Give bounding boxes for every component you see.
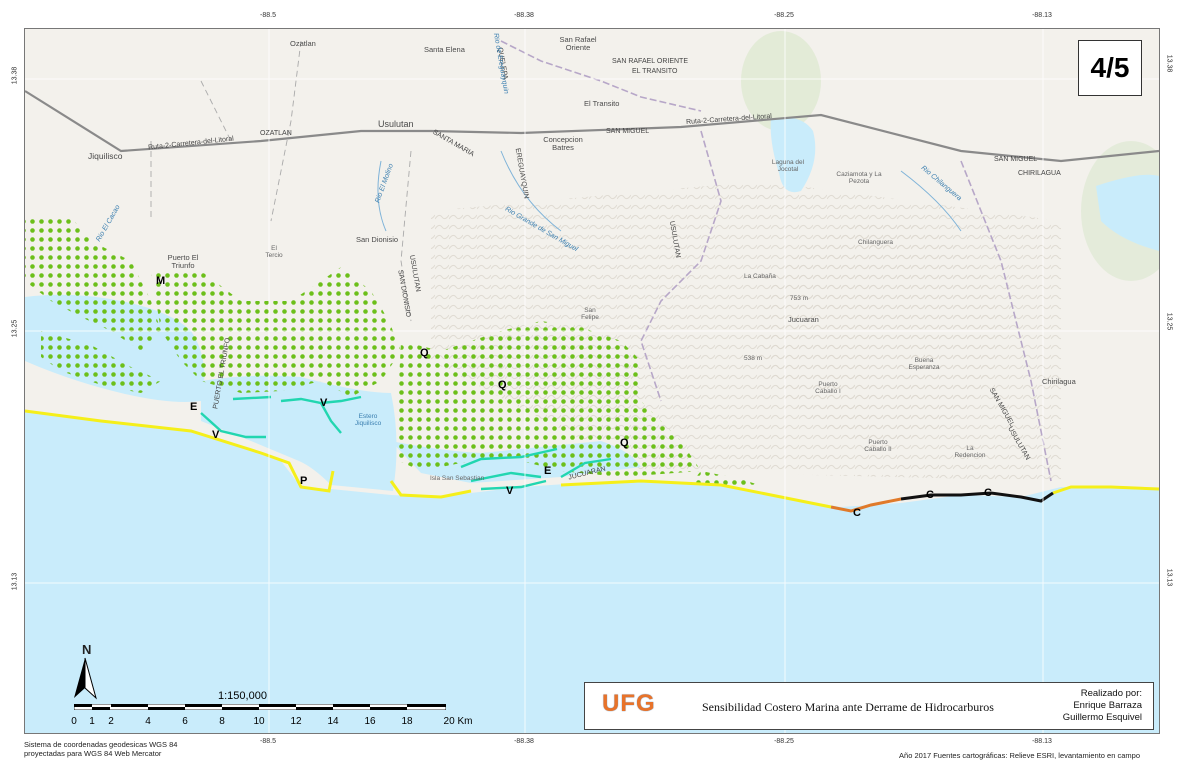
place-label: Chilanguera	[858, 239, 894, 246]
scale-tick: 10	[253, 716, 265, 727]
shore-code-label: C	[926, 489, 934, 501]
page-number: 4/5	[1078, 40, 1142, 96]
scale-bar	[74, 704, 446, 710]
road-label: EL TRANSITO	[632, 68, 678, 75]
scale-tick: 20 Km	[443, 716, 473, 727]
place-label: La Cabaña	[744, 273, 776, 280]
coord-right-2: 13.25	[1165, 312, 1173, 331]
place-label: San Dionisio	[356, 235, 399, 244]
scale-tick: 8	[219, 716, 225, 727]
scale-tick: 2	[108, 716, 114, 727]
coord-left-3: 13.13	[11, 572, 19, 591]
shore-code-label: V	[320, 397, 328, 409]
scale-tick: 4	[145, 716, 151, 727]
road-label: CHIRILAGUA	[1018, 170, 1061, 177]
map-canvas	[25, 29, 1159, 733]
map-title: Sensibilidad Costero Marina ante Derrame…	[702, 700, 994, 714]
road-label: OZATLAN	[260, 130, 292, 137]
coord-right-1: 13.38	[1165, 54, 1173, 73]
elevation-label: 753 m	[790, 295, 809, 302]
road-label: SAN RAFAEL ORIENTE	[612, 58, 688, 65]
place-label: Ozatlan	[290, 39, 316, 48]
place-label: Puerto El Triunfo	[167, 253, 199, 270]
sources-note: Año 2017 Fuentes cartográficas: Relieve …	[899, 751, 1140, 760]
scale-tick: 12	[290, 716, 302, 727]
place-label: Jiquilisco	[88, 151, 123, 161]
place-label: El Tercio	[265, 245, 283, 259]
credit-author: Enrique Barraza	[1073, 700, 1142, 711]
coord-right-3: 13.13	[1165, 568, 1173, 587]
ufg-logo: UFG	[602, 690, 656, 717]
shore-code-label: P	[300, 475, 308, 487]
coord-bottom-3: -88.25	[774, 738, 794, 745]
place-label: Chirilagua	[1042, 377, 1076, 386]
place-label: Caziamota y La Pezota	[836, 171, 882, 185]
map-frame	[24, 28, 1160, 734]
scale-tick: 16	[364, 716, 376, 727]
place-label: Usulutan	[378, 119, 414, 129]
place-label: Isla San Sebastian	[430, 475, 485, 482]
shore-code-label: E	[190, 401, 198, 413]
road-label: SAN MIGUEL	[606, 128, 650, 135]
coord-bottom-4: -88.13	[1032, 738, 1052, 745]
shore-code-label: C	[984, 487, 992, 499]
coord-top-3: -88.25	[774, 12, 794, 19]
place-label: San Rafael Oriente	[559, 35, 597, 52]
footer-line: Sistema de coordenadas geodesicas WGS 84	[24, 740, 178, 749]
scale-ratio: 1:150,000	[218, 690, 267, 702]
scale-tick: 18	[401, 716, 413, 727]
coord-bottom-1: -88.5	[260, 738, 276, 745]
shore-code-label: Q	[498, 379, 507, 391]
place-label: El Transito	[584, 99, 620, 108]
coordinate-system-note: Sistema de coordenadas geodesicas WGS 84…	[24, 740, 177, 758]
coord-top-4: -88.13	[1032, 12, 1052, 19]
scale-tick: 1	[89, 716, 95, 727]
place-label: La Redencion	[954, 445, 986, 459]
shore-code-label: V	[506, 485, 514, 497]
shore-code-label: Q	[620, 437, 629, 449]
scale-tick: 0	[71, 716, 77, 727]
coord-top-2: -88.38	[514, 12, 534, 19]
road-label: SAN MIGUEL	[994, 156, 1038, 163]
scale-tick: 14	[327, 716, 339, 727]
shore-code-label: E	[544, 465, 552, 477]
place-label: Santa Elena	[424, 45, 465, 54]
coord-bottom-2: -88.38	[514, 738, 534, 745]
place-label: Jucuaran	[788, 315, 819, 324]
place-label: Concepcion Batres	[543, 135, 583, 152]
credits: Realizado por: Enrique Barraza Guillermo…	[1063, 688, 1142, 724]
place-label: Buena Esperanza	[908, 357, 940, 371]
shore-code-label: C	[853, 507, 861, 519]
shore-code-label: M	[156, 275, 166, 287]
coord-left-2: 13.25	[11, 319, 19, 338]
footer-line: proyectadas para WGS 84 Web Mercator	[24, 749, 162, 758]
coord-left-1: 13.38	[11, 66, 19, 85]
coord-top-1: -88.5	[260, 12, 276, 19]
north-arrow-icon	[74, 657, 97, 700]
credit-heading: Realizado por:	[1080, 688, 1142, 699]
shore-code-label: V	[212, 429, 220, 441]
elevation-label: 538 m	[744, 355, 763, 362]
place-label: Estero Jiquilisco	[354, 413, 382, 427]
place-label: Puerto Caballo II	[864, 439, 892, 453]
place-label: San Felipe	[581, 307, 599, 321]
place-label: Puerto Caballo I	[815, 381, 841, 395]
place-label: Laguna del Jocotal	[771, 159, 805, 173]
credit-author: Guillermo Esquivel	[1062, 712, 1142, 723]
scale-tick: 6	[182, 716, 188, 727]
shore-code-label: Q	[420, 347, 429, 359]
